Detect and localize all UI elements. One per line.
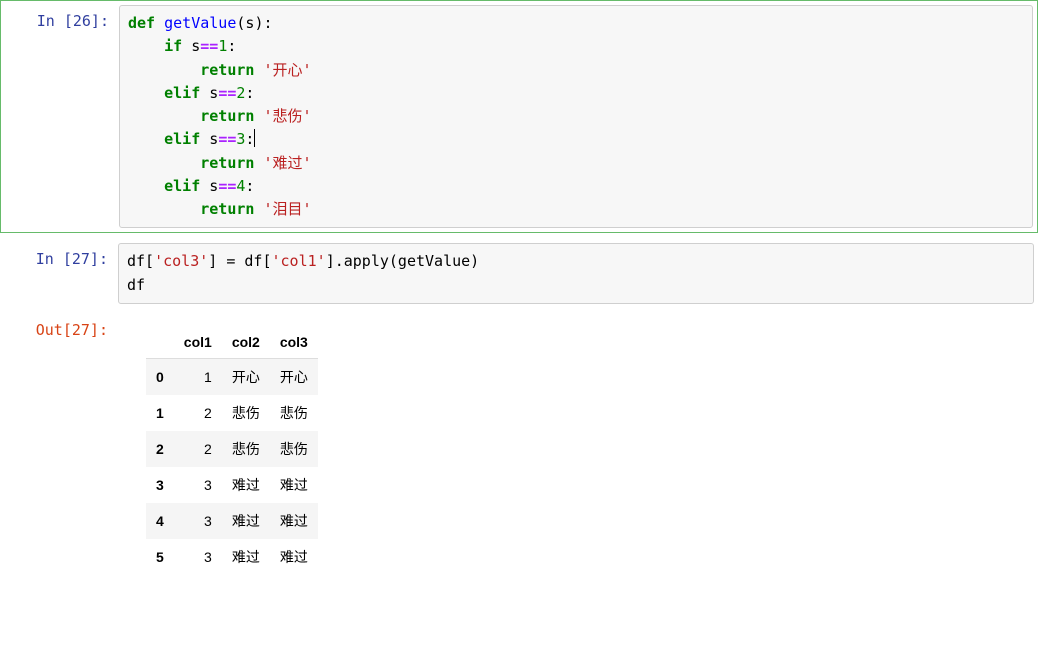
text-cursor — [254, 129, 255, 147]
row-index: 5 — [146, 539, 174, 575]
table-row: 5 3 难过 难过 — [146, 539, 318, 575]
in-prompt-27: In [27]: — [0, 243, 118, 304]
cell-col2: 难过 — [222, 539, 270, 575]
str-1: '开心' — [263, 61, 311, 79]
cell-col3: 难过 — [270, 467, 318, 503]
cell-col2: 难过 — [222, 503, 270, 539]
table-row: 4 3 难过 难过 — [146, 503, 318, 539]
str-4: '泪目' — [263, 200, 311, 218]
row-index: 4 — [146, 503, 174, 539]
fn-name: getValue — [164, 14, 236, 32]
out-prompt-27: Out[27]: — [0, 316, 118, 575]
dataframe-table: col1 col2 col3 0 1 开心 开心 1 2 悲 — [146, 326, 318, 575]
cell-col2: 悲伤 — [222, 395, 270, 431]
col-header-index — [146, 326, 174, 359]
in-prompt-26: In [26]: — [1, 5, 119, 228]
row-index: 3 — [146, 467, 174, 503]
df-expr: df — [127, 276, 145, 294]
code-editor-27[interactable]: df['col3'] = df['col1'].apply(getValue) … — [118, 243, 1034, 304]
row-index: 0 — [146, 358, 174, 395]
cell-col3: 悲伤 — [270, 431, 318, 467]
cell-col3: 难过 — [270, 503, 318, 539]
cell-col3: 难过 — [270, 539, 318, 575]
cell-col1: 2 — [174, 395, 222, 431]
table-row: 3 3 难过 难过 — [146, 467, 318, 503]
table-row: 1 2 悲伤 悲伤 — [146, 395, 318, 431]
str-col3: 'col3' — [154, 252, 208, 270]
row-index: 2 — [146, 431, 174, 467]
cell-col3: 悲伤 — [270, 395, 318, 431]
cell-col2: 难过 — [222, 467, 270, 503]
str-col1: 'col1' — [272, 252, 326, 270]
cell-col1: 2 — [174, 431, 222, 467]
cell-col2: 开心 — [222, 358, 270, 395]
cell-col1: 3 — [174, 503, 222, 539]
param-s: s — [245, 14, 254, 32]
table-header-row: col1 col2 col3 — [146, 326, 318, 359]
code-cell-26[interactable]: In [26]: def getValue(s): if s==1: retur… — [0, 0, 1038, 233]
cell-col3: 开心 — [270, 358, 318, 395]
col-header-col1: col1 — [174, 326, 222, 359]
cell-col1: 1 — [174, 358, 222, 395]
kw-def: def — [128, 14, 155, 32]
kw-return: return — [200, 61, 254, 79]
table-row: 0 1 开心 开心 — [146, 358, 318, 395]
code-editor-26[interactable]: def getValue(s): if s==1: return '开心' el… — [119, 5, 1033, 228]
str-2: '悲伤' — [263, 107, 311, 125]
col-header-col2: col2 — [222, 326, 270, 359]
cell-col1: 3 — [174, 467, 222, 503]
col-header-col3: col3 — [270, 326, 318, 359]
notebook-container: In [26]: def getValue(s): if s==1: retur… — [0, 0, 1038, 575]
kw-elif: elif — [164, 84, 200, 102]
kw-if: if — [164, 37, 182, 55]
cell-col1: 3 — [174, 539, 222, 575]
str-3: '难过' — [263, 154, 311, 172]
table-row: 2 2 悲伤 悲伤 — [146, 431, 318, 467]
code-cell-27[interactable]: In [27]: df['col3'] = df['col1'].apply(g… — [0, 239, 1038, 308]
output-cell-27: Out[27]: col1 col2 col3 0 1 开心 — [0, 316, 1038, 575]
row-index: 1 — [146, 395, 174, 431]
cell-col2: 悲伤 — [222, 431, 270, 467]
